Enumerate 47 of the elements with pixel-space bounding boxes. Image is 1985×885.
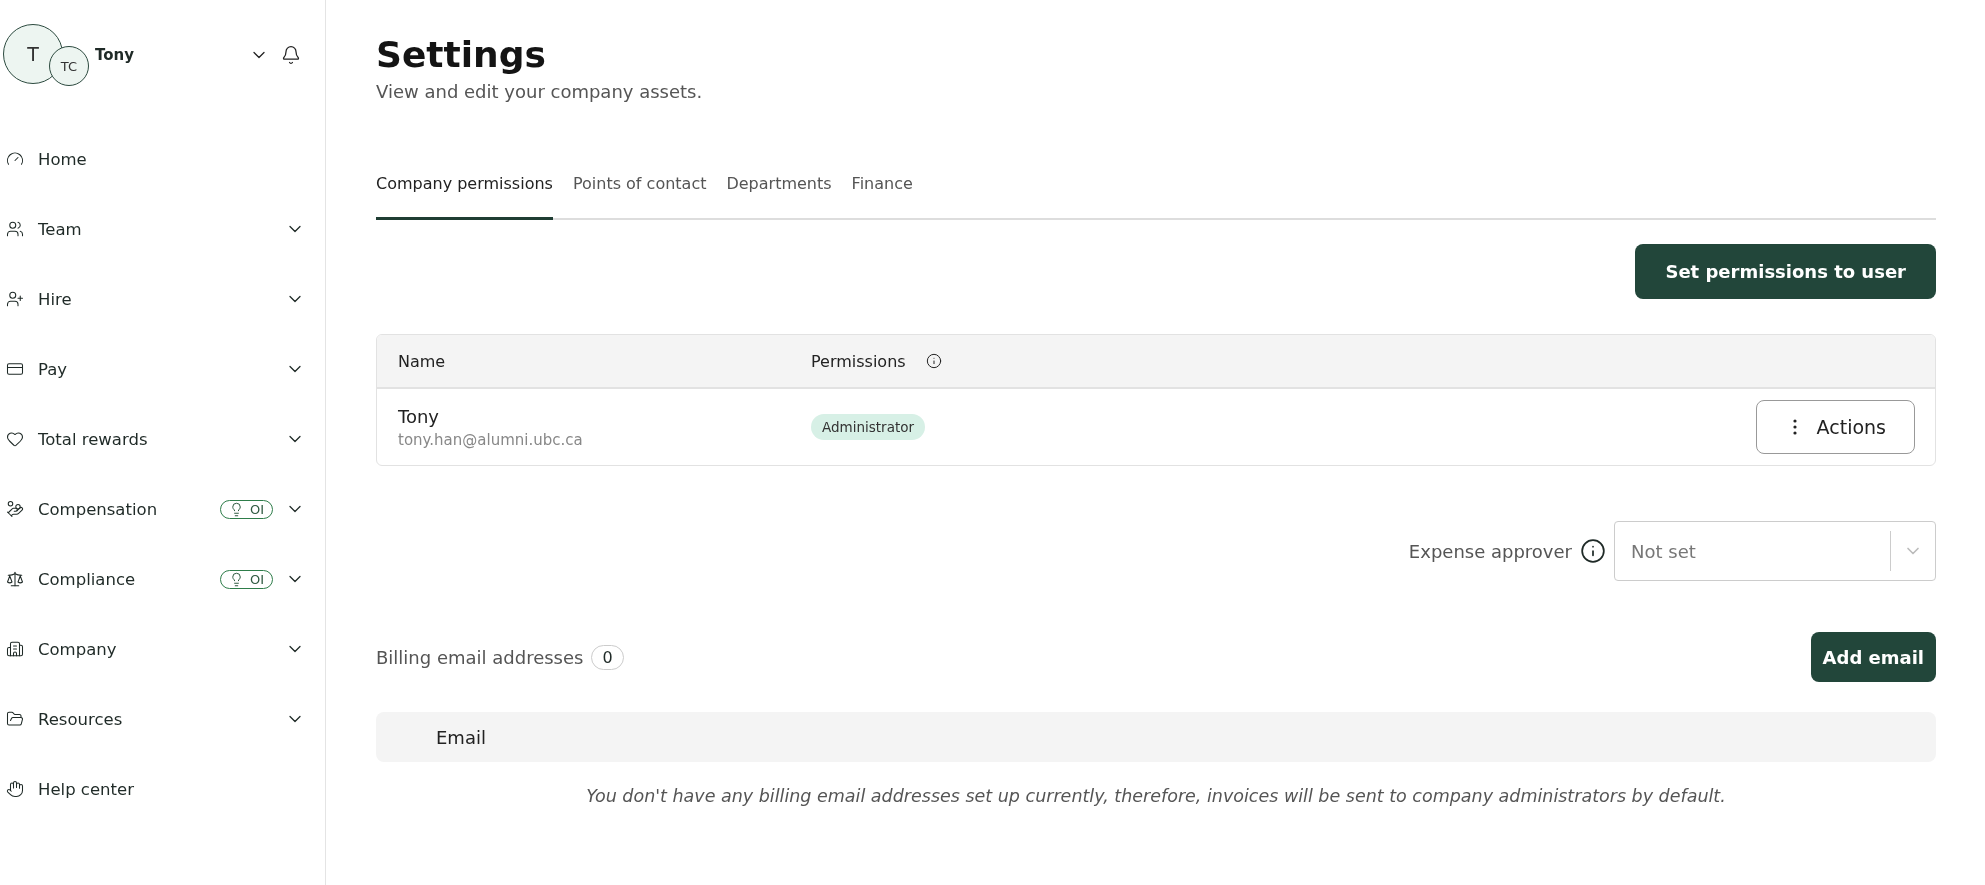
gauge-icon [6, 150, 24, 168]
sidebar-item[interactable]: Company [0, 614, 325, 684]
user-name: Tony [398, 405, 440, 427]
expense-approver-label: Expense approver [1408, 540, 1572, 562]
sidebar-item[interactable]: Total rewards [0, 404, 325, 474]
sidebar-item[interactable]: Hire [0, 264, 325, 334]
info-icon[interactable] [925, 353, 942, 369]
page-subtitle: View and edit your company assets. [376, 81, 704, 102]
card-icon [6, 360, 24, 378]
company-avatar: TC [49, 46, 89, 86]
sidebar-item[interactable]: Pay [0, 334, 325, 404]
add-email-button[interactable]: Add email [1810, 632, 1936, 682]
building-icon [6, 640, 24, 658]
expense-approver-select[interactable]: Not set [1629, 539, 1890, 563]
billing-label: Billing email addresses [376, 646, 584, 668]
folder-icon [6, 710, 24, 728]
page-title: Settings [376, 34, 547, 75]
sidebar-item[interactable]: Compensation OI [0, 474, 325, 544]
user-email: tony.han@alumni.ubc.ca [398, 430, 584, 449]
set-permissions-button[interactable]: Set permissions to user [1635, 244, 1936, 299]
sidebar-item[interactable]: Compliance OI [0, 544, 325, 614]
more-icon [1792, 419, 1797, 435]
user-avatar[interactable]: T [3, 24, 63, 84]
person-plus-icon [6, 290, 24, 308]
sidebar-item[interactable]: Team [0, 194, 325, 264]
column-header: Email [376, 712, 1936, 762]
scales-icon [6, 570, 24, 588]
role-tag: Administrator [811, 414, 926, 440]
actions-button[interactable]: Actions [1755, 400, 1915, 454]
sidebar-item[interactable]: Home [0, 124, 325, 194]
column-header: Name [398, 351, 447, 371]
user-name: Tony [95, 46, 135, 64]
expense-approver-dropdown[interactable]: Not set [1614, 521, 1936, 581]
column-header: Permissions [811, 351, 906, 371]
people-icon [6, 220, 24, 238]
sidebar-item[interactable]: Resources [0, 684, 325, 754]
heart-icon [6, 430, 24, 448]
hand-icon [6, 780, 24, 798]
hand-coins-icon [6, 500, 24, 518]
tab[interactable]: Departments [726, 166, 832, 220]
info-icon[interactable] [1580, 538, 1606, 564]
tab[interactable]: Company permissions [376, 166, 553, 220]
empty-message: You don't have any billing email addresses set up currently, therefore, invoices will be sent to company administrators by default. [585, 786, 1727, 806]
tab[interactable]: Finance [851, 166, 913, 220]
sidebar-item[interactable]: Help center [0, 754, 325, 824]
bell-icon[interactable] [281, 45, 301, 65]
tab[interactable]: Points of contact [572, 166, 707, 220]
